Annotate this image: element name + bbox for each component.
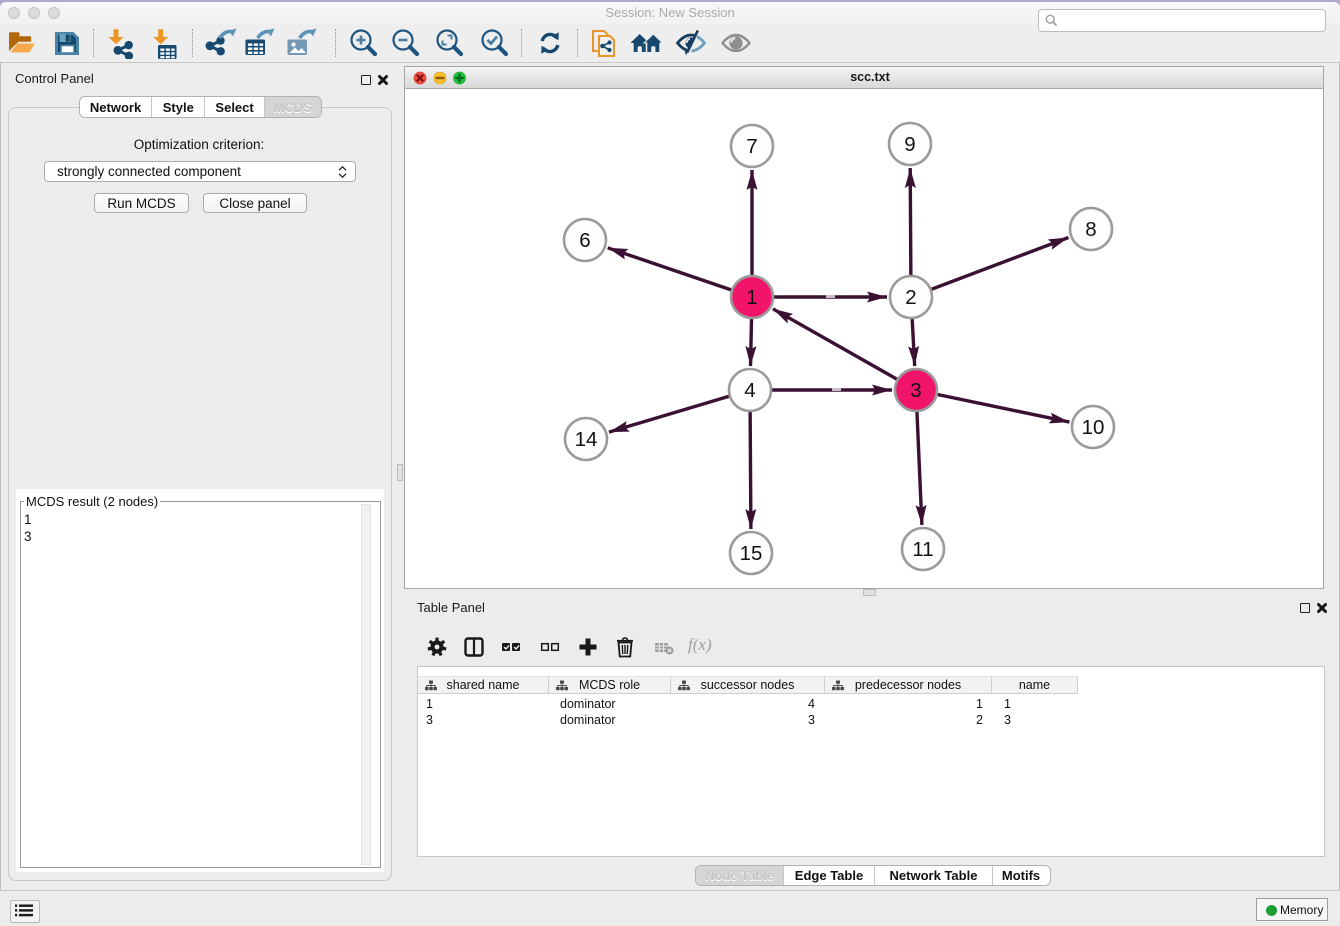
svg-text:8: 8: [1085, 218, 1096, 241]
svg-text:2: 2: [905, 286, 916, 309]
svg-text:10: 10: [1082, 416, 1105, 439]
svg-text:15: 15: [740, 542, 763, 565]
svg-text:14: 14: [575, 428, 598, 451]
svg-text:1: 1: [746, 286, 757, 309]
svg-text:7: 7: [746, 135, 757, 158]
svg-text:11: 11: [912, 538, 933, 561]
svg-text:9: 9: [904, 133, 915, 156]
svg-text:6: 6: [579, 229, 590, 252]
svg-text:4: 4: [744, 379, 755, 402]
svg-text:3: 3: [910, 379, 921, 402]
